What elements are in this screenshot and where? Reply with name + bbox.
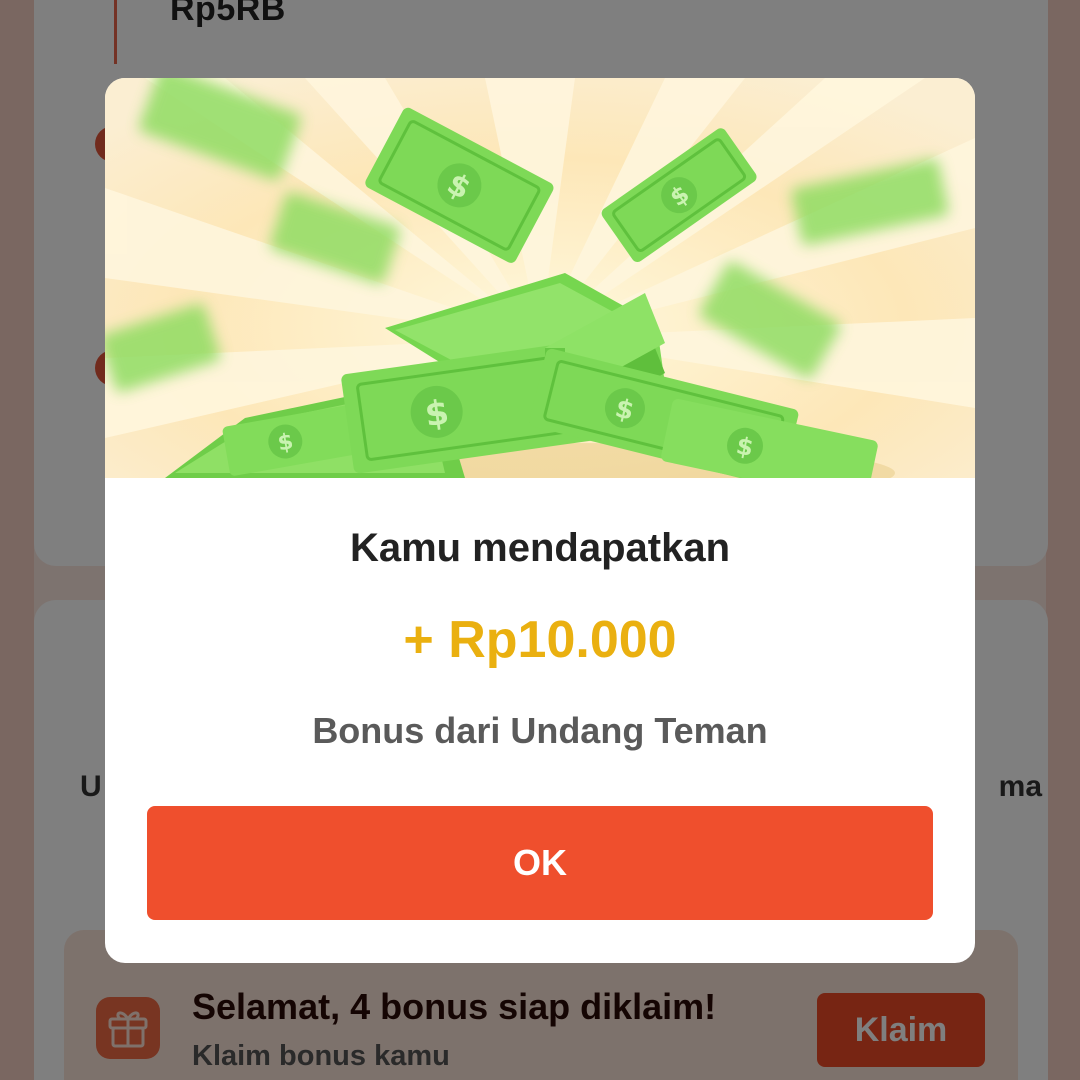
reward-amount: + Rp10.000 <box>403 611 677 669</box>
reward-source: Bonus dari Undang Teman <box>312 710 768 751</box>
money-pile-illustration: $ $ $ $ $ $ <box>105 78 975 478</box>
modal-title: Kamu mendapatkan <box>349 526 731 570</box>
reward-modal: $ $ $ $ $ $ Kamu mendapatkan + Rp10.000 … <box>105 78 975 963</box>
ok-button[interactable]: OK <box>147 806 933 920</box>
